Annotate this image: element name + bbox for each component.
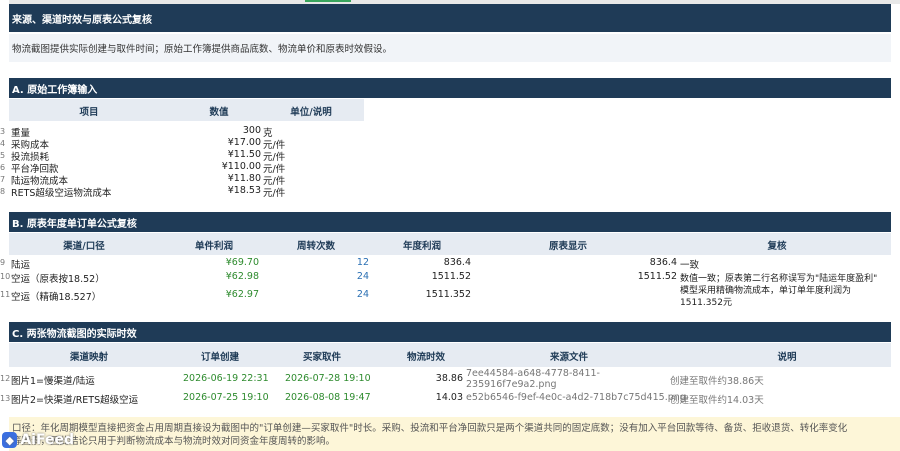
cell-turns: 24: [356, 289, 369, 300]
row-number: 11: [0, 290, 11, 299]
watermark-label: AiFeed: [20, 432, 74, 448]
col-header-check[interactable]: 复核: [747, 238, 807, 252]
col-header-turns[interactable]: 周转次数: [281, 238, 351, 252]
cell-value: 300: [242, 125, 261, 136]
cell-profit: ¥69.70: [225, 257, 259, 268]
footnote-line: 等因素，因此结论只用于判断物流成本与物流时效对同资金年度周转的影响。: [12, 436, 336, 447]
table-row[interactable]: RETS超级空运物流成本 ¥18.53 元/件: [9, 185, 891, 199]
col-header-profit[interactable]: 单件利润: [179, 238, 249, 252]
spreadsheet-sheet: 来源、渠道时效与原表公式复核 物流截图提供实际创建与取件时间；原始工作簿提供商品…: [9, 0, 900, 451]
cell-note: 创建至取件约38.86天: [670, 376, 764, 387]
row-number: 5: [0, 151, 6, 160]
cell-profit: ¥62.98: [225, 271, 259, 282]
row-number: 3: [0, 127, 6, 136]
cell-value: ¥110.00: [221, 161, 261, 172]
cell-shown: 1511.52: [637, 271, 677, 282]
cell-item: RETS超级空运物流成本: [11, 188, 112, 199]
table-row[interactable]: 平台净回款 ¥110.00 元/件: [9, 161, 891, 175]
cell-picked: 2026-07-28 19:10: [285, 373, 371, 384]
section-c-title[interactable]: C. 两张物流截图的实际时效: [9, 322, 891, 342]
cell-channel: 空运（原表按18.52）: [11, 274, 105, 285]
section-c-table-header: 渠道映射 订单创建 买家取件 物流时效 来源文件 说明: [9, 343, 891, 367]
row-number: 4: [0, 139, 6, 148]
col-header-created[interactable]: 订单创建: [185, 349, 255, 363]
col-header-days[interactable]: 物流时效: [391, 349, 461, 363]
col-header-channel[interactable]: 渠道/口径: [39, 238, 129, 252]
col-header-annual[interactable]: 年度利润: [387, 238, 457, 252]
col-header-unit[interactable]: 单位/说明: [271, 104, 351, 118]
cell-channel: 空运（精确18.527）: [11, 292, 102, 303]
cell-annual: 1511.352: [425, 289, 471, 300]
cell-map: 图片2=快渠道/RETS超级空运: [11, 395, 139, 406]
intro-note[interactable]: 物流截图提供实际创建与取件时间；原始工作簿提供商品底数、物流单价和原表时效假设。: [9, 34, 891, 62]
cell-file-line2: 235916f7e9a2.png: [466, 379, 557, 390]
table-row[interactable]: 图片1=慢渠道/陆运 2026-06-19 22:31 2026-07-28 1…: [9, 368, 891, 390]
cell-days: 14.03: [435, 392, 463, 403]
section-a-table-header: 项目 数值 单位/说明: [9, 99, 364, 121]
col-header-file[interactable]: 来源文件: [539, 349, 599, 363]
cell-file: 7ee44584-a648-4778-8411-: [466, 368, 600, 379]
section-b-table-header: 渠道/口径 单件利润 周转次数 年度利润 原表显示 复核: [9, 233, 891, 255]
table-row[interactable]: 采购成本 ¥17.00 元/件: [9, 137, 891, 151]
cell-value: ¥18.53: [227, 185, 261, 196]
feed-icon: ◆: [2, 432, 18, 448]
cell-profit: ¥62.97: [225, 289, 259, 300]
section-b-title[interactable]: B. 原表年度单订单公式复核: [9, 212, 891, 232]
page-title[interactable]: 来源、渠道时效与原表公式复核: [9, 4, 891, 32]
cell-value: ¥17.00: [227, 137, 261, 148]
row-number: 6: [0, 163, 6, 172]
cell-annual: 836.4: [443, 257, 471, 268]
col-header-picked[interactable]: 买家取件: [287, 349, 357, 363]
cell-check-line2: 1511.352元: [680, 298, 732, 308]
table-row[interactable]: 重量 300 克: [9, 125, 891, 139]
watermark-logo: ◆ AiFeed: [2, 431, 74, 449]
cell-turns: 24: [356, 271, 369, 282]
cell-unit: 元/件: [263, 188, 286, 199]
col-header-item[interactable]: 项目: [49, 104, 129, 118]
cell-note: 创建至取件约14.03天: [670, 395, 764, 406]
cell-days: 38.86: [435, 373, 463, 384]
row-number: 7: [0, 175, 6, 184]
cell-turns: 12: [356, 257, 369, 268]
cell-value: ¥11.50: [227, 149, 261, 160]
cell-channel: 陆运: [11, 260, 31, 271]
col-header-value[interactable]: 数值: [184, 104, 254, 118]
cell-created: 2026-06-19 22:31: [183, 373, 269, 384]
footnote-line: 口径：年化周期模型直接把资金占用周期直接设为截图中的"订单创建—买家取件"时长。…: [12, 423, 848, 434]
row-number: 9: [0, 258, 6, 267]
cell-picked: 2026-08-08 19:47: [285, 392, 371, 403]
cell-check: 一致: [680, 260, 700, 271]
col-header-note[interactable]: 说明: [757, 349, 817, 363]
cell-file: e52b6546-f9ef-4e0c-a4d2-718b7c75d415.png: [466, 392, 686, 403]
section-a-title[interactable]: A. 原始工作簿输入: [9, 78, 891, 98]
row-number: 13: [0, 394, 11, 403]
row-number: 10: [0, 272, 11, 281]
selected-cell-indicator: [305, 0, 351, 2]
row-number: 12: [0, 374, 11, 383]
cell-shown: 836.4: [649, 257, 677, 268]
col-header-map[interactable]: 渠道映射: [49, 349, 129, 363]
cell-map: 图片1=慢渠道/陆运: [11, 376, 95, 387]
table-row[interactable]: 陆运 ¥69.70 12 836.4 836.4 一致: [9, 257, 891, 271]
table-row[interactable]: 投流损耗 ¥11.50 元/件: [9, 149, 891, 163]
row-number: 8: [0, 187, 6, 196]
cell-created: 2026-07-25 19:10: [183, 392, 269, 403]
cell-value: ¥11.80: [227, 173, 261, 184]
cell-annual: 1511.52: [431, 271, 471, 282]
table-row[interactable]: 图片2=快渠道/RETS超级空运 2026-07-25 19:10 2026-0…: [9, 392, 891, 406]
footnote[interactable]: 口径：年化周期模型直接把资金占用周期直接设为截图中的"订单创建—买家取件"时长。…: [9, 417, 900, 451]
col-header-shown[interactable]: 原表显示: [533, 238, 603, 252]
table-row[interactable]: 空运（精确18.527） ¥62.97 24 1511.352 模型采用精确物流…: [9, 286, 891, 311]
table-row[interactable]: 陆运物流成本 ¥11.80 元/件: [9, 173, 891, 187]
